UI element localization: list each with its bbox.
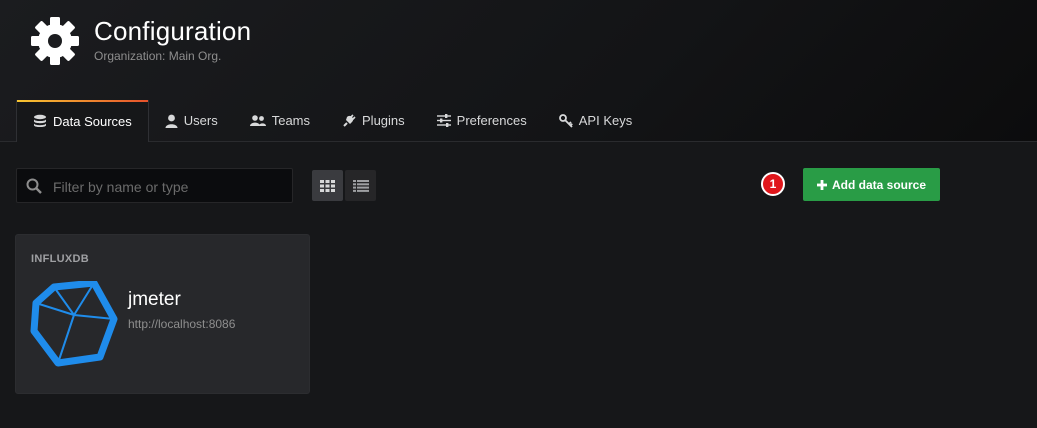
datasource-type: INFLUXDB xyxy=(31,253,90,265)
page-title: Configuration xyxy=(94,16,252,46)
datasource-name: jmeter xyxy=(128,289,181,310)
database-icon xyxy=(34,114,46,127)
sliders-icon xyxy=(436,114,451,127)
tab-label: API Keys xyxy=(578,113,633,128)
gear-icon xyxy=(31,17,79,65)
tab-plugins[interactable]: Plugins xyxy=(326,100,421,141)
add-data-source-button[interactable]: Add data source xyxy=(803,168,940,201)
active-tab-indicator xyxy=(17,100,148,102)
user-icon xyxy=(165,114,178,128)
tab-users[interactable]: Users xyxy=(149,100,234,141)
tab-label: Users xyxy=(183,113,218,128)
tab-bar: Data Sources Users Teams Plugins Prefere… xyxy=(16,100,648,142)
plus-icon xyxy=(816,179,827,190)
plug-icon xyxy=(343,113,356,127)
datasource-card[interactable]: INFLUXDB jmeter http://localhost:8086 xyxy=(15,234,310,394)
step-badge: 1 xyxy=(761,172,785,196)
search-box xyxy=(16,168,293,204)
tab-api-keys[interactable]: API Keys xyxy=(543,100,648,141)
tab-preferences[interactable]: Preferences xyxy=(421,100,543,141)
page-header: Configuration Organization: Main Org. Da… xyxy=(0,0,1037,142)
grid-icon xyxy=(320,179,335,192)
list-view-button[interactable] xyxy=(345,170,376,201)
add-data-source-label: Add data source xyxy=(831,177,927,192)
tab-label: Plugins xyxy=(362,113,405,128)
tab-label: Preferences xyxy=(456,113,527,128)
page-subtitle: Organization: Main Org. xyxy=(94,49,222,63)
search-icon xyxy=(26,178,42,194)
key-icon xyxy=(558,113,573,128)
datasource-url: http://localhost:8086 xyxy=(128,317,236,331)
tab-teams[interactable]: Teams xyxy=(234,100,326,141)
tab-label: Data Sources xyxy=(53,113,132,129)
tab-label: Teams xyxy=(271,113,311,128)
list-icon xyxy=(352,179,369,192)
users-icon xyxy=(249,115,266,126)
tab-data-sources[interactable]: Data Sources xyxy=(16,100,149,142)
influxdb-logo-icon xyxy=(30,281,118,367)
grid-view-button[interactable] xyxy=(312,170,343,201)
search-input[interactable] xyxy=(51,169,293,204)
